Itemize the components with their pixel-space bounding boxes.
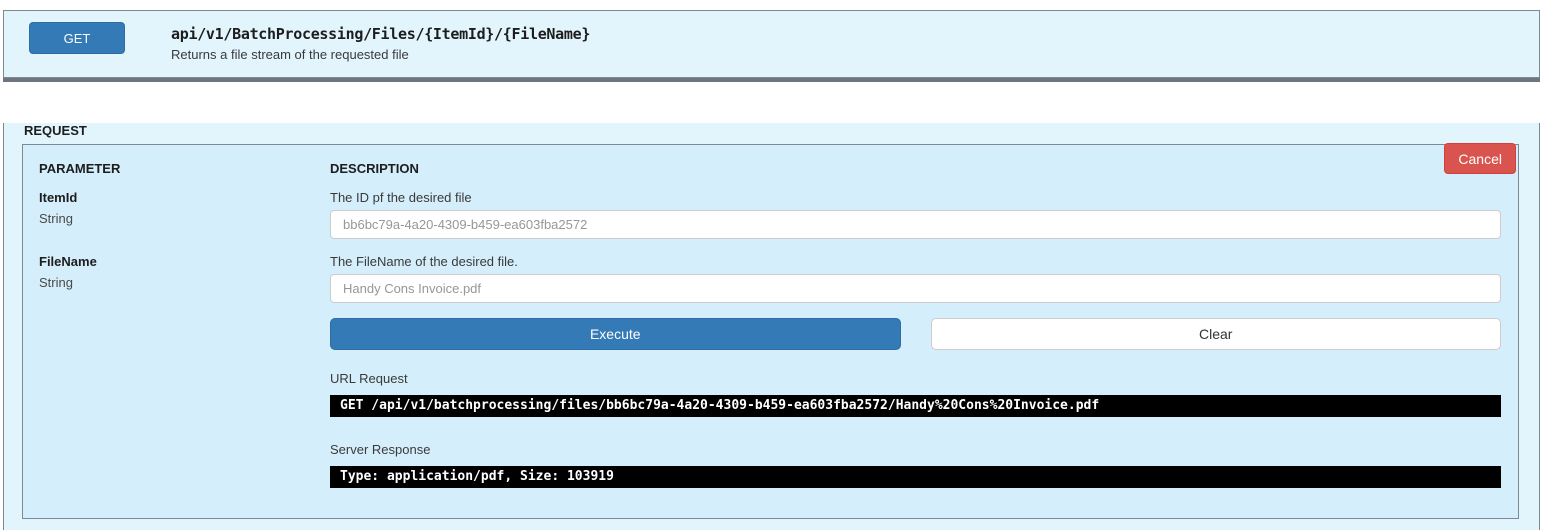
parameter-name: ItemId <box>39 190 78 205</box>
description-column-header: DESCRIPTION <box>330 161 419 176</box>
url-request-label: URL Request <box>330 371 408 386</box>
endpoint-info: api/v1/BatchProcessing/Files/{ItemId}/{F… <box>171 22 590 62</box>
request-panel: Cancel REQUEST PARAMETER DESCRIPTION Ite… <box>3 123 1540 530</box>
url-request-value: GET /api/v1/batchprocessing/files/bb6bc7… <box>330 395 1501 417</box>
server-response-label: Server Response <box>330 442 431 457</box>
itemid-input[interactable] <box>330 210 1501 239</box>
endpoint-description: Returns a file stream of the requested f… <box>171 47 409 62</box>
endpoint-header: GET api/v1/BatchProcessing/Files/{ItemId… <box>3 10 1540 78</box>
description-cell: The ID pf the desired file <box>330 190 1501 239</box>
parameter-column-header: PARAMETER <box>39 161 121 176</box>
clear-button[interactable]: Clear <box>930 318 1501 350</box>
http-method-get-button[interactable]: GET <box>29 22 125 54</box>
table-row-filename: FileName String The FileName of the desi… <box>23 254 1501 303</box>
parameter-cell: ItemId String <box>23 190 330 239</box>
parameter-cell: FileName String <box>23 254 330 303</box>
table-header-row: PARAMETER DESCRIPTION <box>23 161 1501 190</box>
parameter-name: FileName <box>39 254 97 269</box>
header-separator <box>3 78 1540 82</box>
description-cell: The FileName of the desired file. <box>330 254 1501 303</box>
server-response-row: Server Response Type: application/pdf, S… <box>23 442 1501 488</box>
action-row: Execute Clear <box>23 318 1501 371</box>
action-buttons: Execute Clear <box>330 318 1501 350</box>
parameter-type: String <box>39 275 73 290</box>
api-explorer-page: GET api/v1/BatchProcessing/Files/{ItemId… <box>0 0 1551 530</box>
parameter-table: PARAMETER DESCRIPTION ItemId String The … <box>22 144 1519 519</box>
filename-input[interactable] <box>330 274 1501 303</box>
cancel-button[interactable]: Cancel <box>1444 143 1516 174</box>
request-section-label: REQUEST <box>24 123 87 138</box>
parameter-description: The FileName of the desired file. <box>330 254 518 269</box>
endpoint-path: api/v1/BatchProcessing/Files/{ItemId}/{F… <box>171 25 591 43</box>
server-response-value: Type: application/pdf, Size: 103919 <box>330 466 1501 488</box>
url-request-row: URL Request GET /api/v1/batchprocessing/… <box>23 371 1501 442</box>
execute-button[interactable]: Execute <box>330 318 901 350</box>
parameter-type: String <box>39 211 73 226</box>
parameter-description: The ID pf the desired file <box>330 190 472 205</box>
table-row-itemid: ItemId String The ID pf the desired file <box>23 190 1501 239</box>
